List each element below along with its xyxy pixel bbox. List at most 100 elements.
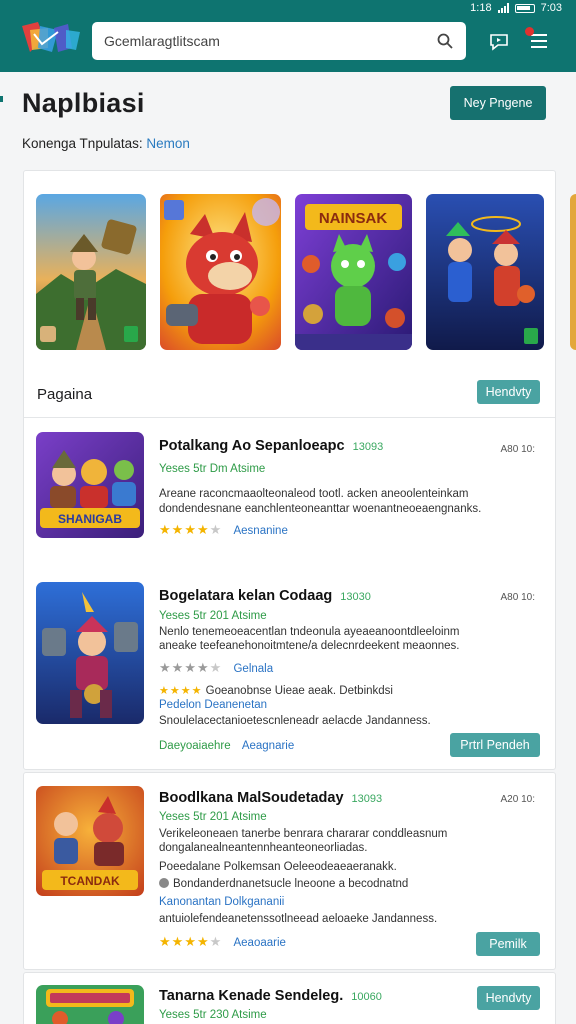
- notification-badge: [525, 27, 534, 36]
- star-filled-icon: ★: [171, 934, 185, 949]
- subtitle-text: Konenga Tnpulatas:: [22, 136, 143, 151]
- signal-icon: [497, 3, 509, 13]
- item-3-action-button[interactable]: Pemilk: [476, 932, 540, 956]
- item-1-action-link[interactable]: Aesnanine: [233, 525, 287, 537]
- game-art-party-icon: SHANIGAB: [36, 432, 144, 538]
- item-3-tag-row: Kanonantan Dolkgananii: [159, 896, 284, 908]
- featured-card-2[interactable]: [160, 194, 281, 350]
- featured-card-4[interactable]: [426, 194, 544, 350]
- item-2-thumbnail[interactable]: [36, 582, 144, 724]
- star-filled-icon: ★: [196, 660, 210, 675]
- game-art-creature-icon: [160, 194, 281, 350]
- item-3-star-rating: ★★★★★: [159, 934, 222, 949]
- star-filled-icon: ★: [159, 934, 172, 949]
- star-empty-icon: ★: [209, 522, 223, 537]
- item-4-action-button[interactable]: Hendvty: [477, 986, 540, 1010]
- item-2-footer-link[interactable]: Aeagnarie: [242, 740, 294, 752]
- star-filled-icon: ★: [159, 522, 172, 537]
- item-4-title[interactable]: Tanarna Kenade Sendeleg. 10060: [159, 988, 382, 1004]
- item-4-subline: Yeses 5tr 230 Atsime: [159, 1009, 267, 1021]
- item-3-thumbnail[interactable]: TCANDAK: [36, 786, 144, 896]
- featured-card-caption: NAINSAK: [319, 210, 388, 227]
- item-1-thumbnail[interactable]: SHANIGAB: [36, 432, 144, 538]
- star-filled-icon: ★: [171, 522, 185, 537]
- item-3-badge: 13093: [351, 793, 383, 805]
- item-3-meta: A20 10:: [500, 794, 535, 805]
- search-icon[interactable]: [436, 32, 454, 50]
- item-2-action-link[interactable]: Gelnala: [233, 663, 273, 675]
- game-art-battle-icon: TCANDAK: [36, 786, 144, 896]
- item-2-title-text: Bogelatara kelan Codaag: [159, 588, 333, 604]
- star-filled-icon: ★: [184, 660, 197, 675]
- subtitle-link[interactable]: Nemon: [146, 136, 190, 151]
- item-3-info-row: Bondanderdnanetsucle lneoone a becodnatn…: [159, 878, 408, 890]
- star-filled-icon: ★: [196, 522, 210, 537]
- game-art-adventure-icon: [36, 194, 146, 350]
- item-2-desc-3: Snoulelacectanioetescnleneadr aelacde Ja…: [159, 715, 431, 727]
- item-1-thumb-caption: SHANIGAB: [58, 512, 122, 526]
- search-input[interactable]: [104, 33, 436, 49]
- star-filled-icon: ★: [184, 934, 197, 949]
- battery-icon: [514, 3, 535, 13]
- item-3-desc-1: Verikeleoneaen tanerbe benrara chararar …: [159, 828, 448, 840]
- item-1-subline: Yeses 5tr Dm Atsime: [159, 463, 266, 475]
- star-filled-icon: ★: [184, 522, 197, 537]
- page-subtitle: Konenga Tnpulatas: Nemon: [22, 136, 190, 151]
- star-empty-icon: ★: [209, 934, 223, 949]
- item-2-review-text: Goeanobnse Uieae aeak. Detbinkdsi: [205, 685, 393, 697]
- item-1-title[interactable]: Potalkang Ao Sepanloeapc 13093: [159, 438, 383, 454]
- featured-card-3[interactable]: NAINSAK: [295, 194, 412, 350]
- item-4-badge: 10060: [351, 991, 382, 1003]
- game-art-arcade-icon: [36, 985, 144, 1024]
- item-3-title[interactable]: Boodlkana MalSoudetaday 13093: [159, 790, 382, 806]
- item-1-title-text: Potalkang Ao Sepanloeapc: [159, 438, 345, 454]
- item-3-desc-2: dongalanealneantennheanteoneorliadas.: [159, 842, 368, 854]
- item-2-rating-row: ★★★★★ Gelnala: [159, 660, 273, 676]
- item-3-title-text: Boodlkana MalSoudetaday: [159, 790, 344, 806]
- item-3-info-text: Bondanderdnanetsucle lneoone a becodnatn…: [173, 878, 409, 890]
- new-page-button[interactable]: Ney Pngene: [450, 86, 546, 120]
- item-1-desc-2: dondendesnane eanchlenteoneanttar woenan…: [159, 503, 482, 515]
- item-2-footer-left: Daeyoaiaehre: [159, 740, 231, 752]
- item-3-desc-3: Poeedalane Polkemsan Oeleeodeaeaeranakk.: [159, 861, 397, 873]
- section-title: Pagaina: [37, 386, 93, 403]
- item-2-review-row: ★★★★ Goeanobnse Uieae aeak. Detbinkdsi: [159, 684, 393, 697]
- item-2-review-stars: ★★★★: [159, 685, 203, 697]
- star-filled-icon: ★: [171, 660, 185, 675]
- item-3-tags[interactable]: Kanonantan Dolkgananii: [159, 896, 284, 908]
- app-logo-icon[interactable]: [18, 18, 84, 58]
- item-4-thumbnail[interactable]: [36, 985, 144, 1024]
- game-art-monster-icon: NAINSAK: [295, 194, 412, 350]
- item-2-star-rating: ★★★★★: [159, 660, 222, 675]
- message-icon[interactable]: [488, 30, 510, 52]
- section-action-button[interactable]: Hendvty: [477, 380, 540, 404]
- item-1-rating-row: ★★★★★ Aesnanine: [159, 522, 288, 538]
- item-3-action-link[interactable]: Aeaoaarie: [233, 937, 285, 949]
- item-2-title[interactable]: Bogelatara kelan Codaag 13030: [159, 588, 371, 604]
- item-2-subline: Yeses 5tr 201 Atsime: [159, 610, 267, 622]
- item-1-star-rating: ★★★★★: [159, 522, 222, 537]
- section-divider: [24, 417, 555, 418]
- game-art-heroes-icon: [426, 194, 544, 350]
- status-bar: 1:18 7:03: [470, 2, 562, 14]
- item-2-badge: 13030: [340, 591, 371, 603]
- item-3-rating-row: ★★★★★ Aeaoaarie: [159, 934, 286, 950]
- item-2-footer: Daeyoaiaehre Aeagnarie: [159, 740, 294, 752]
- search-bar[interactable]: [92, 22, 466, 60]
- item-4-title-text: Tanarna Kenade Sendeleg.: [159, 988, 344, 1004]
- status-time: 7:03: [540, 2, 562, 14]
- item-1-meta: A80 10:: [500, 444, 535, 455]
- edge-marker: [0, 96, 3, 102]
- item-2-action-button[interactable]: Prtrl Pendeh: [450, 733, 540, 757]
- item-2-meta: A80 10:: [500, 592, 535, 603]
- item-3-subline: Yeses 5tr 201 Atsime: [159, 811, 267, 823]
- featured-card-1[interactable]: [36, 194, 146, 350]
- page-title: Naplbiasi: [22, 88, 145, 118]
- item-2-desc-1: Nenlo tenemeoeacentlan tndeonula ayeaean…: [159, 626, 460, 638]
- featured-card-peek[interactable]: [570, 194, 576, 350]
- app-header: 1:18 7:03: [0, 0, 576, 72]
- star-filled-icon: ★: [159, 660, 172, 675]
- item-2-desc-2: aneake teefeanehonoitmtene/a delecnrdeek…: [159, 640, 460, 652]
- item-3-thumb-caption: TCANDAK: [60, 874, 120, 888]
- item-2-tags[interactable]: Pedelon Deanenetan: [159, 699, 267, 711]
